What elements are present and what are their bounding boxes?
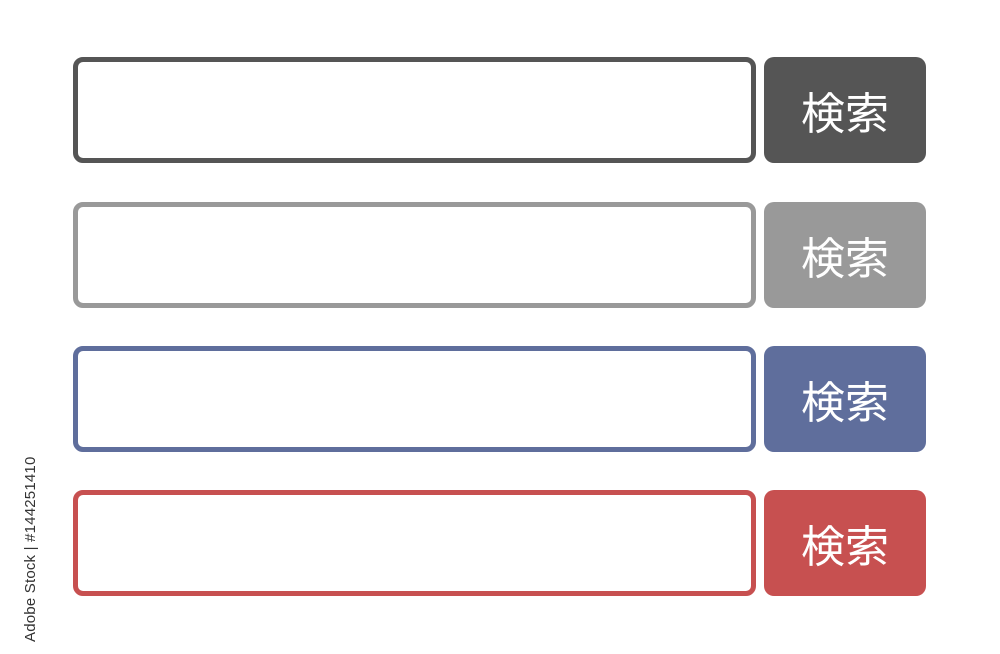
- search-bar-blue: 検索: [73, 346, 926, 452]
- search-input[interactable]: [73, 490, 756, 596]
- search-bar-light-gray: 検索: [73, 202, 926, 308]
- search-bar-red: 検索: [73, 490, 926, 596]
- stock-credit-label: Adobe Stock | #144251410: [22, 456, 39, 642]
- search-bar-dark-gray: 検索: [73, 57, 926, 163]
- search-button[interactable]: 検索: [764, 490, 926, 596]
- search-button[interactable]: 検索: [764, 57, 926, 163]
- search-input[interactable]: [73, 57, 756, 163]
- search-input[interactable]: [73, 202, 756, 308]
- search-input[interactable]: [73, 346, 756, 452]
- search-button[interactable]: 検索: [764, 346, 926, 452]
- search-bar-samples: 検索 検索 検索 検索 Adobe Stock | #144251410: [0, 0, 1000, 654]
- search-button[interactable]: 検索: [764, 202, 926, 308]
